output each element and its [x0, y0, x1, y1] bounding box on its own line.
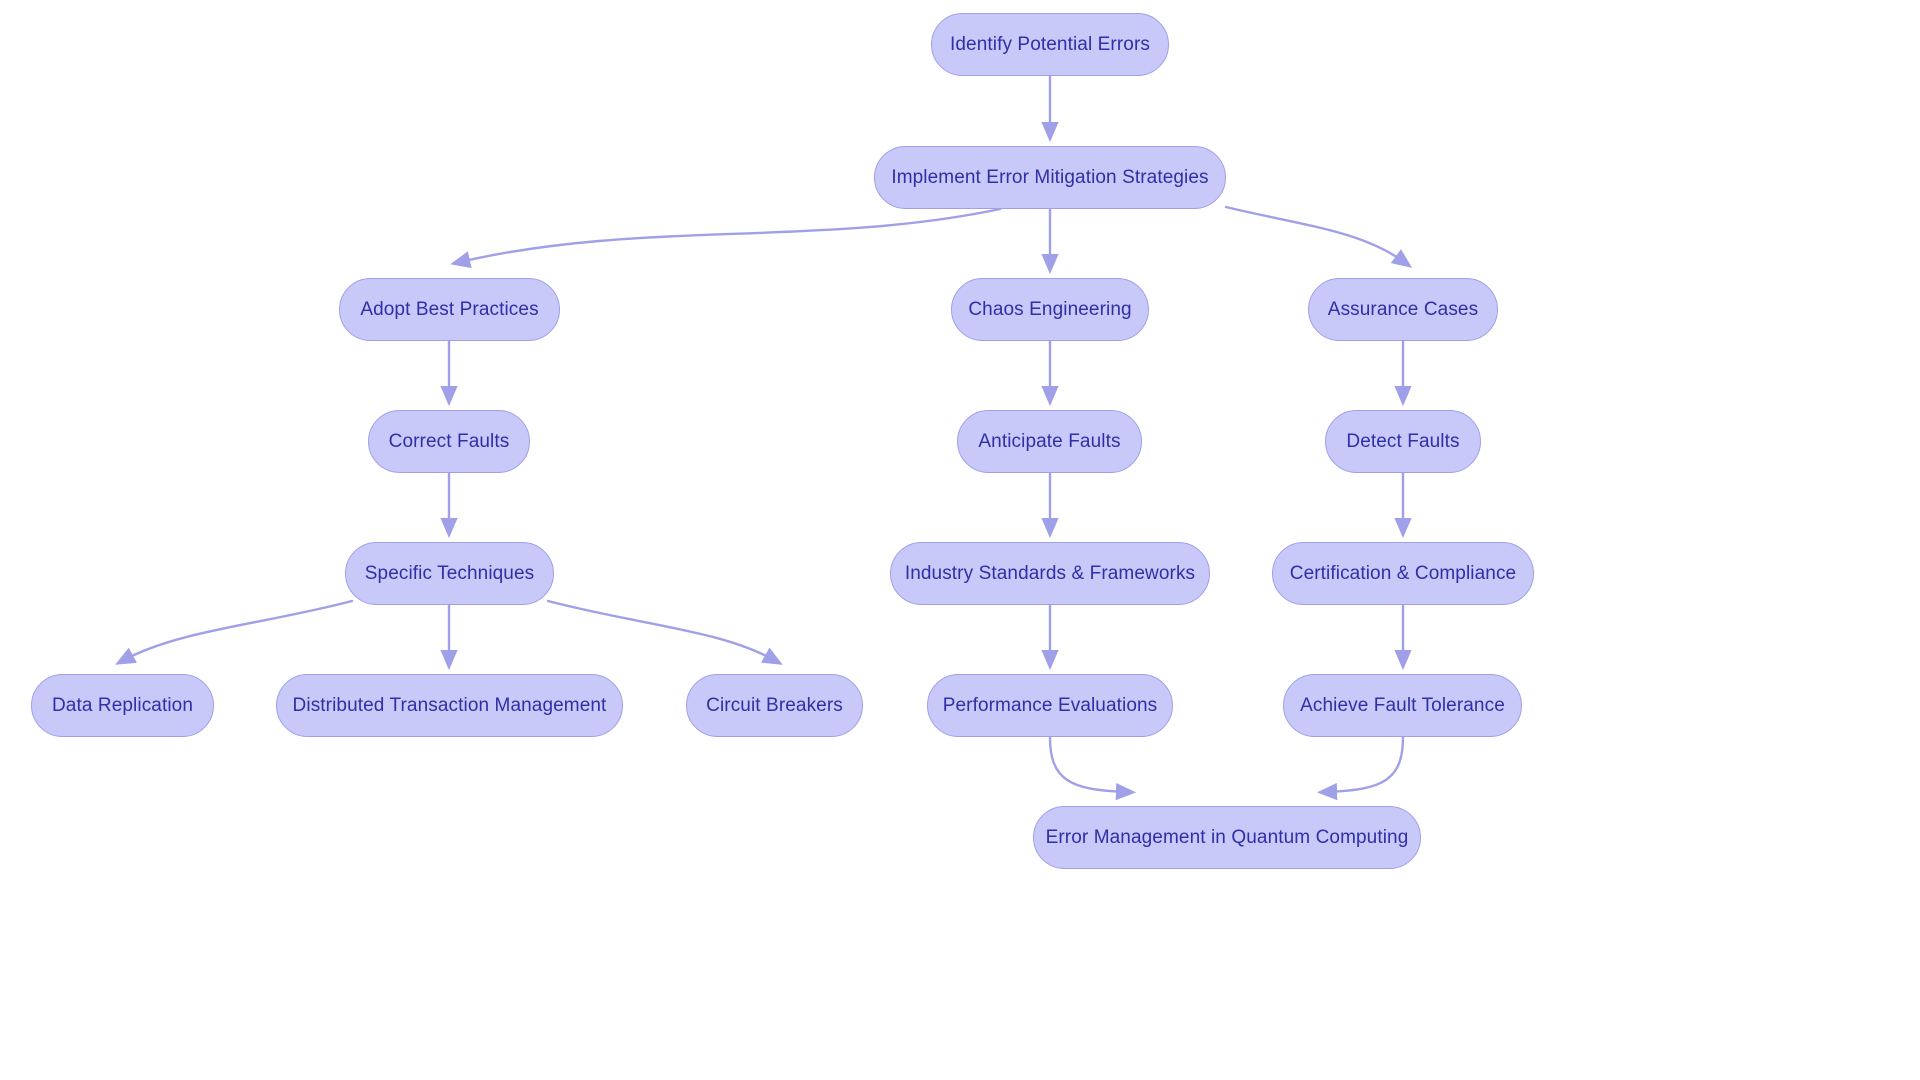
flowchart-node-achieve_fault_tolerance[interactable]: Achieve Fault Tolerance [1283, 674, 1522, 737]
flowchart-node-label: Implement Error Mitigation Strategies [891, 167, 1209, 188]
flowchart-node-distributed_transaction_management[interactable]: Distributed Transaction Management [276, 674, 623, 737]
flowchart-node-label: Adopt Best Practices [360, 299, 539, 320]
flowchart-node-error_management_quantum[interactable]: Error Management in Quantum Computing [1033, 806, 1421, 869]
flowchart-node-label: Certification & Compliance [1289, 563, 1517, 584]
flowchart-node-chaos_engineering[interactable]: Chaos Engineering [951, 278, 1149, 341]
flowchart-node-label: Industry Standards & Frameworks [904, 563, 1196, 584]
flowchart-node-label: Circuit Breakers [706, 695, 843, 716]
flowchart-node-identify_potential_errors[interactable]: Identify Potential Errors [931, 13, 1169, 76]
flowchart-node-performance_evaluations[interactable]: Performance Evaluations [927, 674, 1173, 737]
flowchart-node-certification_compliance[interactable]: Certification & Compliance [1272, 542, 1534, 605]
flowchart-canvas: Identify Potential Errors Implement Error… [0, 0, 1920, 1080]
flowchart-node-label: Detect Faults [1346, 431, 1460, 452]
flowchart-node-data_replication[interactable]: Data Replication [31, 674, 214, 737]
flowchart-node-industry_standards[interactable]: Industry Standards & Frameworks [890, 542, 1210, 605]
flowchart-node-detect_faults[interactable]: Detect Faults [1325, 410, 1481, 473]
flowchart-node-label: Anticipate Faults [978, 431, 1121, 452]
flowchart-node-label: Specific Techniques [364, 563, 535, 584]
flowchart-node-specific_techniques[interactable]: Specific Techniques [345, 542, 554, 605]
flowchart-node-label: Data Replication [51, 695, 193, 716]
flowchart-node-label: Error Management in Quantum Computing [1045, 827, 1409, 848]
flowchart-node-adopt_best_practices[interactable]: Adopt Best Practices [339, 278, 560, 341]
node-layer: Identify Potential Errors Implement Error… [0, 0, 1920, 1080]
flowchart-node-anticipate_faults[interactable]: Anticipate Faults [957, 410, 1142, 473]
flowchart-node-label: Identify Potential Errors [950, 34, 1150, 55]
flowchart-node-label: Distributed Transaction Management [292, 695, 607, 716]
flowchart-node-implement_error_mitigation[interactable]: Implement Error Mitigation Strategies [874, 146, 1226, 209]
flowchart-node-label: Achieve Fault Tolerance [1300, 695, 1505, 716]
flowchart-node-circuit_breakers[interactable]: Circuit Breakers [686, 674, 863, 737]
flowchart-node-assurance_cases[interactable]: Assurance Cases [1308, 278, 1498, 341]
flowchart-node-label: Correct Faults [388, 431, 510, 452]
flowchart-node-label: Performance Evaluations [942, 695, 1158, 716]
flowchart-node-correct_faults[interactable]: Correct Faults [368, 410, 530, 473]
flowchart-node-label: Assurance Cases [1327, 299, 1479, 320]
flowchart-node-label: Chaos Engineering [968, 299, 1132, 320]
